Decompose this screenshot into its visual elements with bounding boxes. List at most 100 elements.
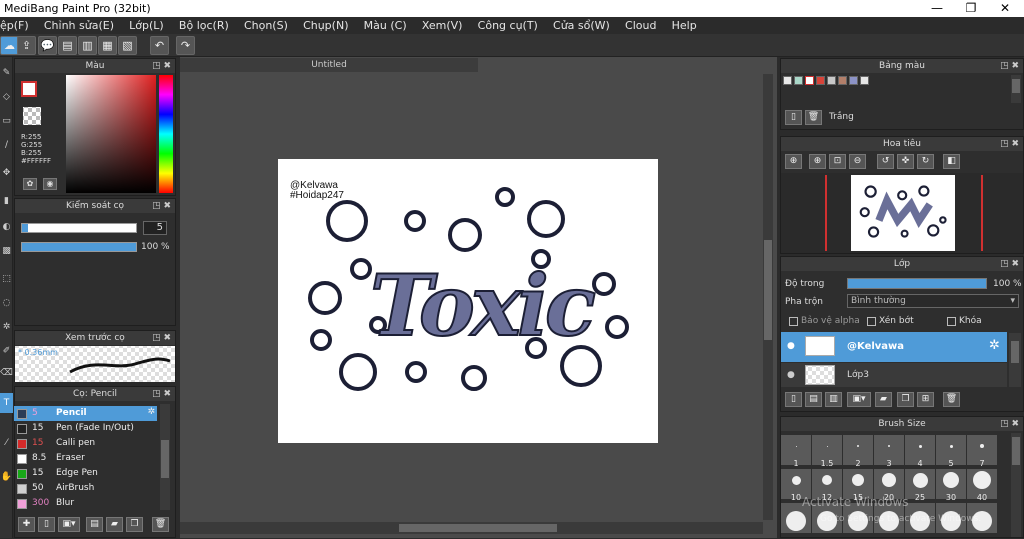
brush-size-scrollbar[interactable] xyxy=(1011,433,1021,537)
fit-icon[interactable]: ⊡ xyxy=(829,154,846,169)
panel-close-icon[interactable]: ◳ ✖ xyxy=(1000,59,1019,73)
gradient-tool-icon[interactable]: ▩ xyxy=(0,241,13,261)
brush-size-cell[interactable]: 2 xyxy=(843,435,873,468)
brush-size-cell[interactable]: 30 xyxy=(936,469,966,502)
canvas-horizontal-scrollbar[interactable] xyxy=(180,522,763,534)
palette-swatch[interactable] xyxy=(794,76,803,85)
palette-scrollbar[interactable] xyxy=(1011,75,1021,103)
visibility-icon[interactable]: ● xyxy=(787,341,795,351)
move-tool-icon[interactable]: ✥ xyxy=(0,163,13,183)
brush-size-cell[interactable]: 4 xyxy=(905,435,935,468)
brush-size-cell[interactable]: 1.5 xyxy=(812,435,842,468)
speech-bubble-icon[interactable]: 💬 xyxy=(38,36,57,55)
new-layer-icon[interactable]: ▯ xyxy=(785,392,802,407)
maximize-button[interactable]: ❐ xyxy=(954,0,988,17)
delete-swatch-icon[interactable]: 🗑 xyxy=(805,110,822,125)
zoom-in-icon[interactable]: ⊕ xyxy=(785,154,802,169)
blend-mode-select[interactable]: Bình thường ▾ xyxy=(847,294,1019,308)
brush-item[interactable]: 5 Pencil ✲ xyxy=(14,406,157,421)
menu-edit[interactable]: Chỉnh sửa(E) xyxy=(38,17,120,32)
menu-filter[interactable]: Bộ lọc(R) xyxy=(173,17,235,32)
menu-cloud[interactable]: Cloud xyxy=(619,17,662,32)
palette-icon[interactable]: ✿ xyxy=(23,178,37,190)
brush-menu-icon[interactable]: ▣▾ xyxy=(58,517,80,532)
pen-tool-icon[interactable]: ✎ xyxy=(0,63,13,83)
new-halftone-layer-icon[interactable]: ▥ xyxy=(825,392,842,407)
brush-size-cell[interactable]: 1 xyxy=(781,435,811,468)
menu-color[interactable]: Màu (C) xyxy=(358,17,413,32)
brush-tool-icon[interactable]: ∕ xyxy=(0,135,13,155)
page-icon[interactable]: ▥ xyxy=(78,36,97,55)
rotate-right-icon[interactable]: ↻ xyxy=(917,154,934,169)
layer-row[interactable]: ● @Kelvawa ✲ xyxy=(781,332,1007,362)
saturation-value-area[interactable] xyxy=(66,75,156,193)
palette-swatch[interactable] xyxy=(849,76,858,85)
menu-layer[interactable]: Lớp(L) xyxy=(123,17,170,32)
canvas-paper[interactable]: @Kelvawa #Hoidap247 Toxic xyxy=(278,159,658,443)
brush-item[interactable]: 15 Pen (Fade In/Out) xyxy=(14,421,157,436)
brush-item[interactable]: 15 Edge Pen xyxy=(14,466,157,481)
panel-close-icon[interactable]: ◳ ✖ xyxy=(1000,137,1019,151)
select-pen-icon[interactable]: ✐ xyxy=(0,341,13,361)
panel-close-icon[interactable]: ◳ ✖ xyxy=(1000,417,1019,431)
hand-tool-icon[interactable]: ✋ xyxy=(0,467,13,487)
menu-help[interactable]: Help xyxy=(666,17,703,32)
layer-folder-icon[interactable]: ▰ xyxy=(875,392,892,407)
brush-opacity-slider[interactable] xyxy=(21,242,137,252)
panel-close-icon[interactable]: ◳ ✖ xyxy=(1000,257,1019,271)
menu-snap[interactable]: Chụp(N) xyxy=(297,17,354,32)
delete-layer-icon[interactable]: 🗑 xyxy=(943,392,960,407)
gear-icon[interactable]: ✲ xyxy=(989,338,1000,353)
panel-close-icon[interactable]: ◳ ✖ xyxy=(152,199,171,213)
bucket-tool-icon[interactable]: ◐ xyxy=(0,217,13,237)
brush-size-cell[interactable]: 3 xyxy=(874,435,904,468)
brush-item[interactable]: 300 Blur xyxy=(14,496,157,511)
brush-item[interactable]: 15 Calli pen xyxy=(14,436,157,451)
share-icon[interactable]: ⇪ xyxy=(17,36,36,55)
transparent-color-swatch[interactable] xyxy=(23,107,41,125)
brush-item[interactable]: 50 AirBrush xyxy=(14,481,157,496)
grid-icon[interactable]: ▧ xyxy=(118,36,137,55)
new-brush-icon[interactable]: ▯ xyxy=(38,517,55,532)
brush-size-cell[interactable]: 25 xyxy=(905,469,935,502)
menu-window[interactable]: Cửa sổ(W) xyxy=(547,17,616,32)
layer-menu-icon[interactable]: ▣▾ xyxy=(847,392,871,407)
layer-scrollbar[interactable] xyxy=(1009,333,1021,387)
lock-checkbox[interactable] xyxy=(947,317,956,326)
new-color-layer-icon[interactable]: ▤ xyxy=(805,392,822,407)
menu-view[interactable]: Xem(V) xyxy=(416,17,469,32)
menu-select[interactable]: Chọn(S) xyxy=(238,17,294,32)
add-swatch-icon[interactable]: ▯ xyxy=(785,110,802,125)
brush-page-icon[interactable]: ▤ xyxy=(86,517,103,532)
brush-size-cell[interactable]: 40 xyxy=(967,469,997,502)
panel-icon[interactable]: ▦ xyxy=(98,36,117,55)
visibility-icon[interactable]: ● xyxy=(787,370,795,380)
palette-swatch[interactable] xyxy=(816,76,825,85)
brush-size-cell[interactable]: 5 xyxy=(936,435,966,468)
rotate-left-icon[interactable]: ↺ xyxy=(877,154,894,169)
fill-tool-icon[interactable]: ▮ xyxy=(0,191,13,211)
select-eraser-icon[interactable]: ⌫ xyxy=(0,363,13,383)
foreground-color-swatch[interactable] xyxy=(21,81,37,97)
hue-slider[interactable] xyxy=(159,75,173,193)
gear-icon[interactable]: ✲ xyxy=(147,407,155,417)
delete-brush-icon[interactable]: 🗑 xyxy=(152,517,169,532)
flip-icon[interactable]: ◧ xyxy=(943,154,960,169)
close-button[interactable]: ✕ xyxy=(988,0,1022,17)
navigator-preview[interactable] xyxy=(781,173,1023,253)
brush-size-value[interactable]: 5 xyxy=(143,221,167,235)
panel-close-icon[interactable]: ◳ ✖ xyxy=(152,331,171,345)
text-tool-icon[interactable]: T xyxy=(0,393,13,413)
layer-opacity-slider[interactable] xyxy=(847,278,987,289)
rect-tool-icon[interactable]: ▭ xyxy=(0,111,13,131)
clipping-checkbox[interactable] xyxy=(867,317,876,326)
palette-swatch[interactable] xyxy=(860,76,869,85)
color-picker-icon[interactable]: ◉ xyxy=(43,178,57,190)
palette-swatch[interactable] xyxy=(783,76,792,85)
zoom-plus-icon[interactable]: ⊕ xyxy=(809,154,826,169)
menu-file[interactable]: ệp(F) xyxy=(0,17,35,32)
palette-swatch[interactable] xyxy=(827,76,836,85)
palette-swatch[interactable] xyxy=(805,76,814,85)
brush-size-cell[interactable]: 7 xyxy=(967,435,997,468)
undo-icon[interactable]: ↶ xyxy=(150,36,169,55)
